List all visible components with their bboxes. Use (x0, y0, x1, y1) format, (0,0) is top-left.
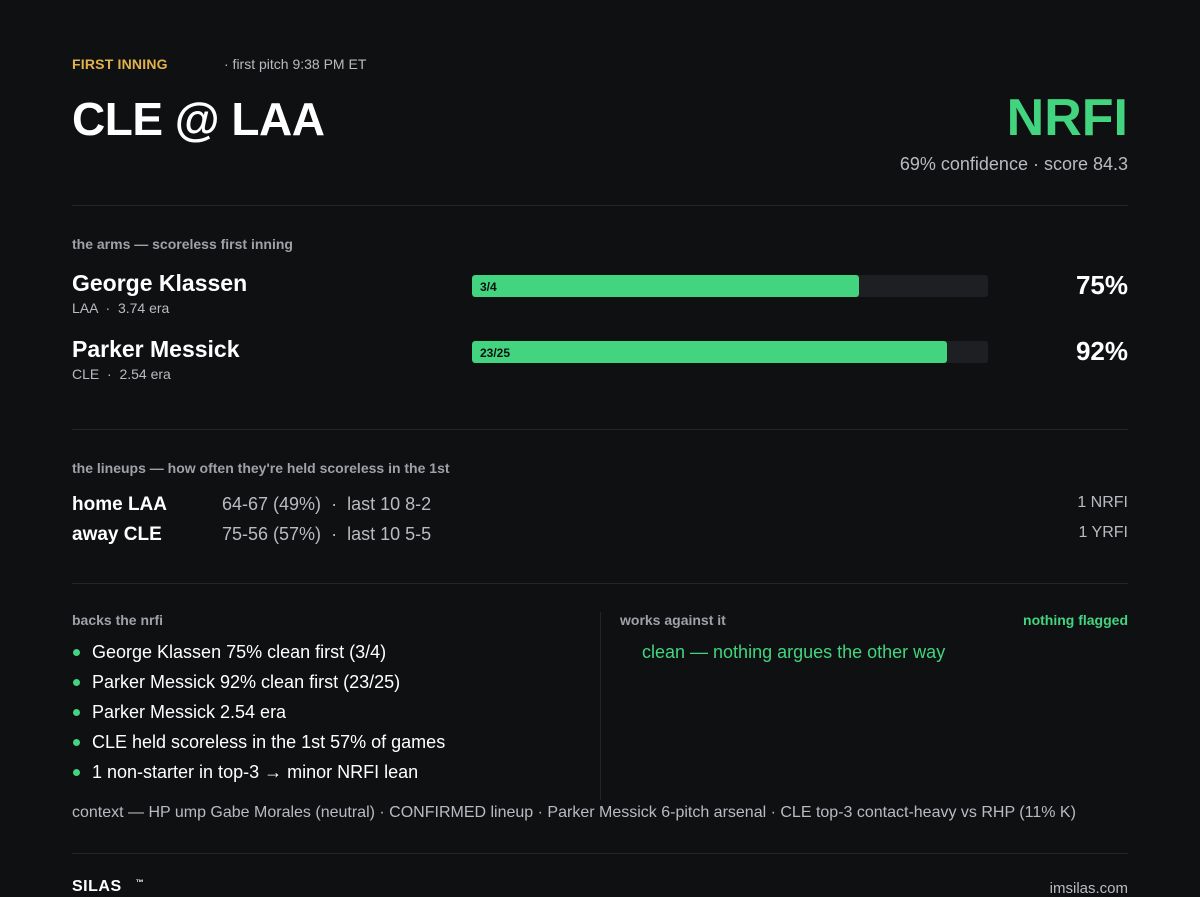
backs-list: George Klassen 75% clean first (3/4) Par… (72, 642, 445, 792)
pitcher-meta: LAA · 3.74 era (72, 300, 169, 316)
divider (72, 583, 1128, 584)
clean-first-bar: 23/25 (472, 341, 988, 363)
list-item-text: CLE held scoreless in the 1st 57% of gam… (92, 732, 446, 752)
header-eyebrow: FIRST INNING · first pitch 9:38 PM ET (72, 56, 366, 72)
lineup-row: home LAA 64-67 (49%) · last 10 8-2 1 NRF… (72, 494, 1128, 518)
column-divider (600, 612, 601, 800)
lineup-lean: 1 YRFI (1078, 524, 1129, 541)
inning-tag: FIRST INNING (72, 56, 168, 72)
bullet-dot-icon (73, 709, 80, 716)
first-pitch-time: · first pitch 9:38 PM ET (224, 56, 367, 72)
list-item-text: Parker Messick 92% clean first (23/25) (92, 672, 401, 692)
pitcher-era: 3.74 era (117, 300, 170, 316)
pitcher-name: Parker Messick (72, 336, 240, 362)
bullet-dot-icon (73, 739, 80, 746)
divider (72, 205, 1128, 206)
pitcher-meta: CLE · 2.54 era (72, 366, 171, 382)
clean-first-pct: 92% (1075, 336, 1128, 366)
divider (72, 429, 1128, 430)
clean-first-fraction: 23/25 (480, 346, 511, 360)
pitcher-name: George Klassen (72, 270, 248, 296)
lineup-stats: 64-67 (49%) · last 10 8-2 (222, 494, 431, 515)
matchup-title: CLE @ LAA (72, 93, 325, 145)
lineup-lean: 1 NRFI (1077, 494, 1128, 511)
list-item-text: 1 non-starter in top-3 → minor NRFI lean (92, 762, 419, 782)
separator-dot: · (101, 300, 115, 316)
pitcher-row: Parker Messick CLE · 2.54 era 23/25 92% (72, 336, 1128, 392)
backs-column: backs the nrfi George Klassen 75% clean … (72, 612, 600, 782)
trademark: ™ (135, 878, 145, 887)
lineup-record: 75-56 (57%) (222, 524, 322, 544)
lineups-section-label: the lineups — how often they're held sco… (72, 460, 450, 476)
lineup-record: 64-67 (49%) (222, 494, 322, 514)
last10-record: 5-5 (405, 524, 432, 544)
bullet-dot-icon (73, 649, 80, 656)
divider (72, 853, 1128, 854)
against-flag: nothing flagged (1023, 612, 1128, 628)
bullet-dot-icon (73, 679, 80, 686)
list-item: 1 non-starter in top-3 → minor NRFI lean (72, 762, 445, 792)
separator-dot: · (103, 366, 116, 382)
verdict-confidence: 69% confidence · score 84.3 (899, 154, 1128, 174)
last10-record: 8-2 (405, 494, 432, 514)
list-item: George Klassen 75% clean first (3/4) (72, 642, 445, 672)
verdict: NRFI (1006, 89, 1128, 147)
lineup-stats: 75-56 (57%) · last 10 5-5 (222, 524, 431, 545)
against-text: clean — nothing argues the other way (642, 642, 946, 662)
lineup-side: away CLE (72, 524, 162, 545)
clean-first-bar: 3/4 (472, 275, 988, 297)
clean-first-fraction: 3/4 (480, 280, 497, 294)
brand-logo: SILAS ™ (72, 878, 144, 896)
lineup-side: home LAA (72, 494, 167, 515)
bullet-dot-icon (73, 769, 80, 776)
against-column: works against it nothing flagged clean —… (620, 612, 1128, 662)
site-link[interactable]: imsilas.com (1050, 880, 1128, 897)
last10-label: last 10 (347, 494, 401, 514)
lineup-row: away CLE 75-56 (57%) · last 10 5-5 1 YRF… (72, 524, 1128, 548)
backs-label: backs the nrfi (72, 612, 164, 628)
list-item: Parker Messick 2.54 era (72, 702, 445, 732)
pitcher-team: LAA (72, 300, 98, 316)
pitcher-row: George Klassen LAA · 3.74 era 3/4 75% (72, 270, 1128, 326)
pitcher-era: 2.54 era (119, 366, 171, 382)
clean-first-pct: 75% (1075, 270, 1128, 300)
last10-label: last 10 (347, 524, 401, 544)
list-item: Parker Messick 92% clean first (23/25) (72, 672, 445, 702)
list-item: CLE held scoreless in the 1st 57% of gam… (72, 732, 445, 762)
arms-section-label: the arms — scoreless first inning (72, 236, 293, 252)
separator-dot: · (326, 494, 343, 514)
list-item-text: Parker Messick 2.54 era (92, 702, 287, 722)
clean-first-bar-fill (472, 275, 859, 297)
context-line: context — HP ump Gabe Morales (neutral) … (72, 804, 1076, 821)
brand-name: SILAS (72, 878, 122, 895)
separator-dot: · (326, 524, 343, 544)
pitcher-team: CLE (72, 366, 100, 382)
list-item-text: George Klassen 75% clean first (3/4) (92, 642, 387, 662)
clean-first-bar-fill (472, 341, 947, 363)
